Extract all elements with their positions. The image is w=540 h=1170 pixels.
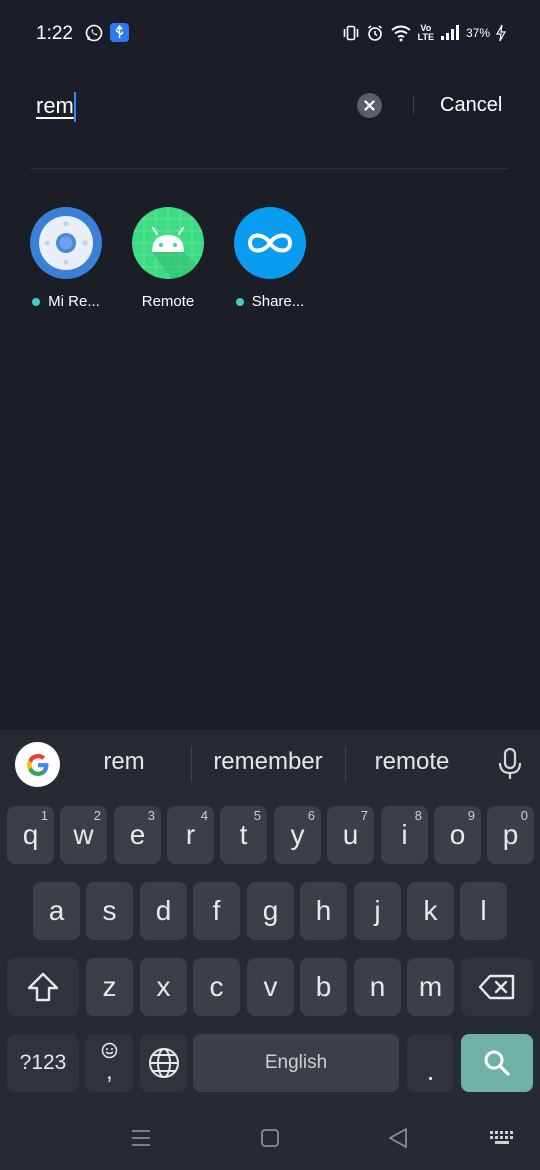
key-m[interactable]: m bbox=[407, 958, 454, 1016]
cancel-button[interactable]: Cancel bbox=[440, 94, 502, 117]
suggestion-divider bbox=[191, 746, 192, 782]
shift-icon bbox=[27, 972, 59, 1002]
mi-remote-icon bbox=[30, 207, 102, 279]
signal-icon bbox=[440, 25, 459, 40]
key-b[interactable]: b bbox=[300, 958, 347, 1016]
key-r[interactable]: r4 bbox=[167, 806, 214, 864]
search-results: Mi Re... Remote Share... bbox=[0, 207, 540, 317]
new-app-dot bbox=[235, 297, 244, 306]
period-key[interactable]: . bbox=[407, 1034, 454, 1092]
vibrate-icon bbox=[343, 25, 358, 41]
battery-percent: 37% bbox=[465, 26, 490, 40]
key-z[interactable]: z bbox=[86, 958, 133, 1016]
menu-icon[interactable] bbox=[131, 1129, 151, 1147]
key-v[interactable]: v bbox=[247, 958, 294, 1016]
clear-search-button[interactable] bbox=[357, 93, 382, 118]
app-result-mi-remote[interactable]: Mi Re... bbox=[16, 207, 116, 310]
key-l[interactable]: l bbox=[460, 882, 507, 940]
navigation-bar bbox=[0, 1110, 540, 1170]
suggestion-divider bbox=[345, 746, 346, 782]
search-input[interactable]: rem bbox=[36, 90, 336, 123]
status-time: 1:22 bbox=[36, 23, 73, 44]
key-y[interactable]: y6 bbox=[274, 806, 321, 864]
share-infinity-icon bbox=[234, 207, 306, 279]
search-query: rem bbox=[36, 93, 74, 118]
key-t[interactable]: t5 bbox=[220, 806, 267, 864]
space-key[interactable]: English bbox=[193, 1034, 399, 1092]
keyboard: rem remember remote q1 w2 e3 r4 t5 y6 u7… bbox=[0, 730, 540, 1110]
keyboard-hide-icon[interactable] bbox=[489, 1130, 515, 1146]
shift-key[interactable] bbox=[7, 958, 79, 1016]
search-divider bbox=[413, 96, 414, 114]
status-bar: 1:22 Vo LTE 37% bbox=[0, 0, 540, 66]
symbols-key[interactable]: ?123 bbox=[7, 1034, 79, 1092]
close-icon bbox=[364, 100, 375, 111]
mic-icon[interactable] bbox=[496, 747, 524, 781]
key-h[interactable]: h bbox=[300, 882, 347, 940]
app-result-remote[interactable]: Remote bbox=[118, 207, 218, 310]
backspace-icon bbox=[478, 974, 515, 1000]
key-u[interactable]: u7 bbox=[327, 806, 374, 864]
key-k[interactable]: k bbox=[407, 882, 454, 940]
text-cursor bbox=[73, 92, 76, 123]
key-q[interactable]: q1 bbox=[7, 806, 54, 864]
key-o[interactable]: o9 bbox=[434, 806, 481, 864]
key-j[interactable]: j bbox=[354, 882, 401, 940]
globe-icon bbox=[148, 1048, 179, 1078]
usb-icon bbox=[110, 23, 129, 42]
suggestion-3[interactable]: remote bbox=[356, 748, 468, 776]
backspace-key[interactable] bbox=[461, 958, 533, 1016]
app-label: Mi Re... bbox=[16, 293, 116, 310]
key-x[interactable]: x bbox=[140, 958, 187, 1016]
key-p[interactable]: p0 bbox=[487, 806, 534, 864]
header-divider bbox=[30, 168, 508, 169]
key-g[interactable]: g bbox=[247, 882, 294, 940]
home-icon[interactable] bbox=[260, 1128, 280, 1148]
emoji-icon bbox=[101, 1042, 118, 1059]
status-icons: Vo LTE 37% bbox=[342, 22, 506, 44]
key-c[interactable]: c bbox=[193, 958, 240, 1016]
key-i[interactable]: i8 bbox=[381, 806, 428, 864]
key-w[interactable]: w2 bbox=[60, 806, 107, 864]
app-label: Remote bbox=[141, 293, 195, 310]
app-label: Share... bbox=[220, 293, 320, 310]
app-result-share[interactable]: Share... bbox=[220, 207, 320, 310]
key-f[interactable]: f bbox=[193, 882, 240, 940]
key-d[interactable]: d bbox=[140, 882, 187, 940]
suggestion-1[interactable]: rem bbox=[78, 748, 170, 776]
alarm-icon bbox=[367, 25, 382, 41]
key-e[interactable]: e3 bbox=[114, 806, 161, 864]
charging-icon bbox=[496, 24, 506, 42]
search-key[interactable] bbox=[461, 1034, 533, 1092]
key-a[interactable]: a bbox=[33, 882, 80, 940]
language-key[interactable] bbox=[140, 1034, 187, 1092]
search-bar: rem Cancel bbox=[0, 80, 540, 132]
whatsapp-icon bbox=[85, 24, 103, 42]
new-app-dot bbox=[32, 297, 41, 306]
suggestion-2[interactable]: remember bbox=[200, 748, 336, 776]
google-icon[interactable] bbox=[15, 742, 60, 787]
wifi-icon bbox=[391, 25, 411, 42]
key-n[interactable]: n bbox=[354, 958, 401, 1016]
back-icon[interactable] bbox=[387, 1127, 409, 1149]
emoji-comma-key[interactable]: , bbox=[86, 1034, 133, 1092]
suggestion-strip: rem remember remote bbox=[0, 730, 540, 800]
volte-indicator: Vo LTE bbox=[417, 23, 434, 42]
android-icon bbox=[132, 207, 204, 279]
search-icon bbox=[484, 1050, 510, 1076]
key-s[interactable]: s bbox=[86, 882, 133, 940]
